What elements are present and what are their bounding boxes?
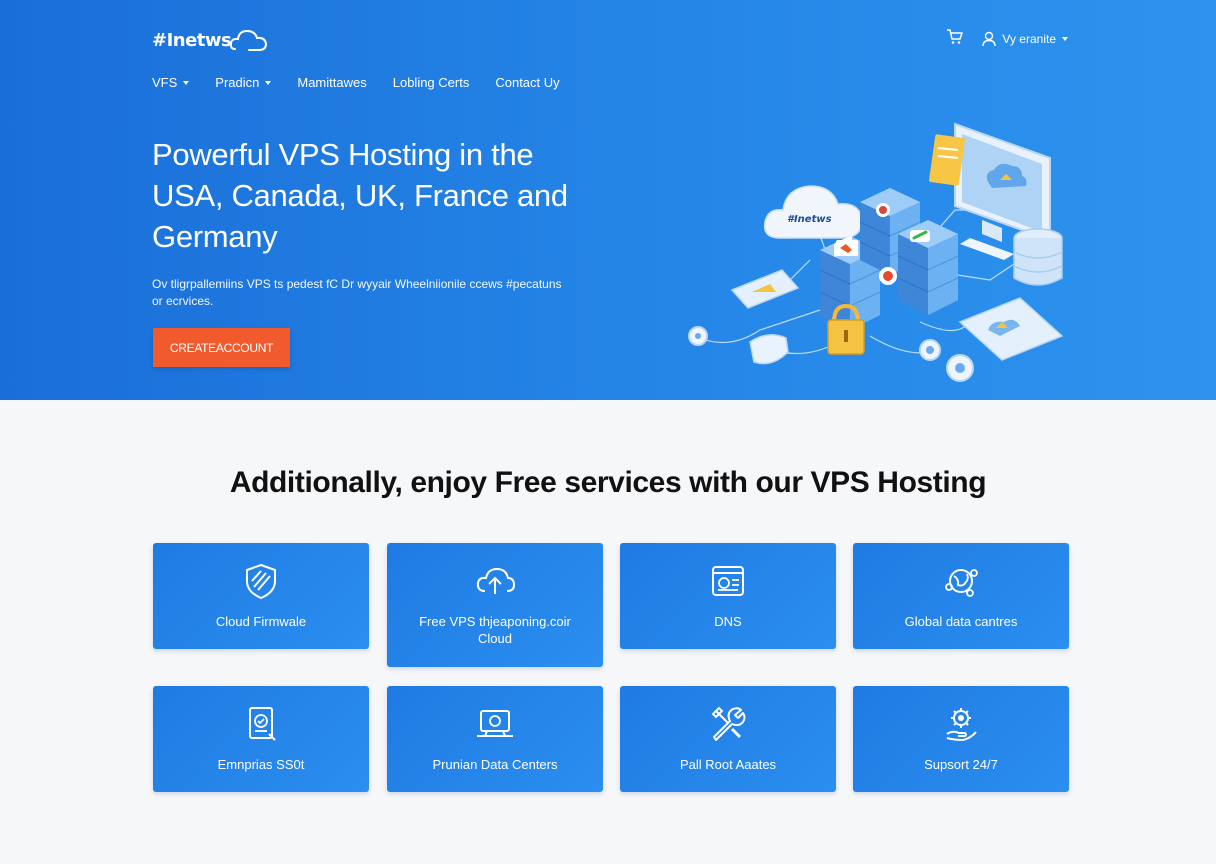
chevron-down-icon <box>265 80 272 85</box>
hero-subtitle: Ov tligrpallemiins VPS ts pedest fC Dr w… <box>152 277 562 308</box>
main-nav: VFS Pradicn Mamittawes Lobling Certs Con… <box>152 75 586 90</box>
nav-item-maintenance[interactable]: Mamittawes <box>297 75 366 90</box>
user-icon <box>982 31 997 46</box>
nav-item-label: VFS <box>152 75 178 90</box>
tools-icon <box>706 702 750 746</box>
account-menu[interactable]: Vy eranite <box>982 31 1068 47</box>
feature-card-cloud-firewall[interactable]: Cloud Firmwale <box>153 543 369 649</box>
nav-item-label: Contact Uy <box>495 75 560 90</box>
feature-card-label: Supsort 24/7 <box>924 757 998 772</box>
feature-card-enterprise-ssl[interactable]: Emnprias SS0t <box>153 686 369 792</box>
hero-section: #Inetws VFS Pradicn Mamittawes Lobling C… <box>0 0 1216 400</box>
shield-icon <box>239 559 283 603</box>
hero-title: Powerful VPS Hosting in the USA, Canada,… <box>152 137 568 254</box>
database-graphic <box>1013 228 1063 286</box>
feature-card-label: Prunian Data Centers <box>432 757 558 772</box>
nav-item-ssl-certs[interactable]: Lobling Certs <box>393 75 470 90</box>
feature-card-label: Cloud Firmwale <box>215 614 307 629</box>
hosting-illustration: #Inetws <box>688 122 1064 382</box>
feature-card-dns[interactable]: DNS <box>620 543 836 649</box>
nav-item-label: Lobling Certs <box>392 75 470 90</box>
logo-cloud-icon <box>230 29 268 51</box>
nav-item-label: Mamittawes <box>297 75 367 90</box>
chevron-down-icon <box>1062 36 1068 41</box>
logo-text: #Inetws <box>152 29 232 51</box>
cart-icon[interactable] <box>946 28 964 49</box>
document-ssl-icon <box>239 702 283 746</box>
create-account-button[interactable]: CREATEACCOUNT <box>153 328 290 367</box>
feature-card-global-data-centres[interactable]: Global data cantres <box>853 543 1069 649</box>
cloud-upload-icon <box>473 559 517 603</box>
feature-card-label: Emnprias SS0t <box>217 757 305 772</box>
dns-window-icon <box>706 559 750 603</box>
feature-card-free-vps-cloud[interactable]: Free VPS thjeaponing.coir Cloud <box>387 543 603 667</box>
feature-card-premium-data-centers[interactable]: Prunian Data Centers <box>387 686 603 792</box>
account-label: Vy eranite <box>1002 31 1056 46</box>
support-gear-icon <box>939 702 983 746</box>
feature-card-label: Global data cantres <box>904 614 1018 629</box>
feature-card-label: Free VPS thjeaponing.coir Cloud <box>419 614 571 646</box>
nav-item-label: Pradicn <box>215 75 260 90</box>
nav-item-contact[interactable]: Contact Uy <box>495 75 559 90</box>
feature-card-full-root-access[interactable]: Pall Root Aaates <box>620 686 836 792</box>
globe-network-icon <box>939 559 983 603</box>
chevron-down-icon <box>183 80 190 85</box>
illustration-cloud-label: #Inetws <box>787 214 832 225</box>
features-title: Additionally, enjoy Free services with o… <box>229 466 987 499</box>
site-logo[interactable]: #Inetws <box>152 24 269 56</box>
feature-card-support-24-7[interactable]: Supsort 24/7 <box>853 686 1069 792</box>
header-actions: Vy eranite <box>946 28 1068 49</box>
feature-card-label: Pall Root Aaates <box>679 757 777 772</box>
cloud-graphic: #Inetws <box>763 185 863 239</box>
feature-card-label: DNS <box>714 614 742 629</box>
monitor-server-icon <box>473 702 517 746</box>
nav-item-products[interactable]: Pradicn <box>215 75 272 90</box>
nav-item-vps[interactable]: VFS <box>152 75 190 90</box>
